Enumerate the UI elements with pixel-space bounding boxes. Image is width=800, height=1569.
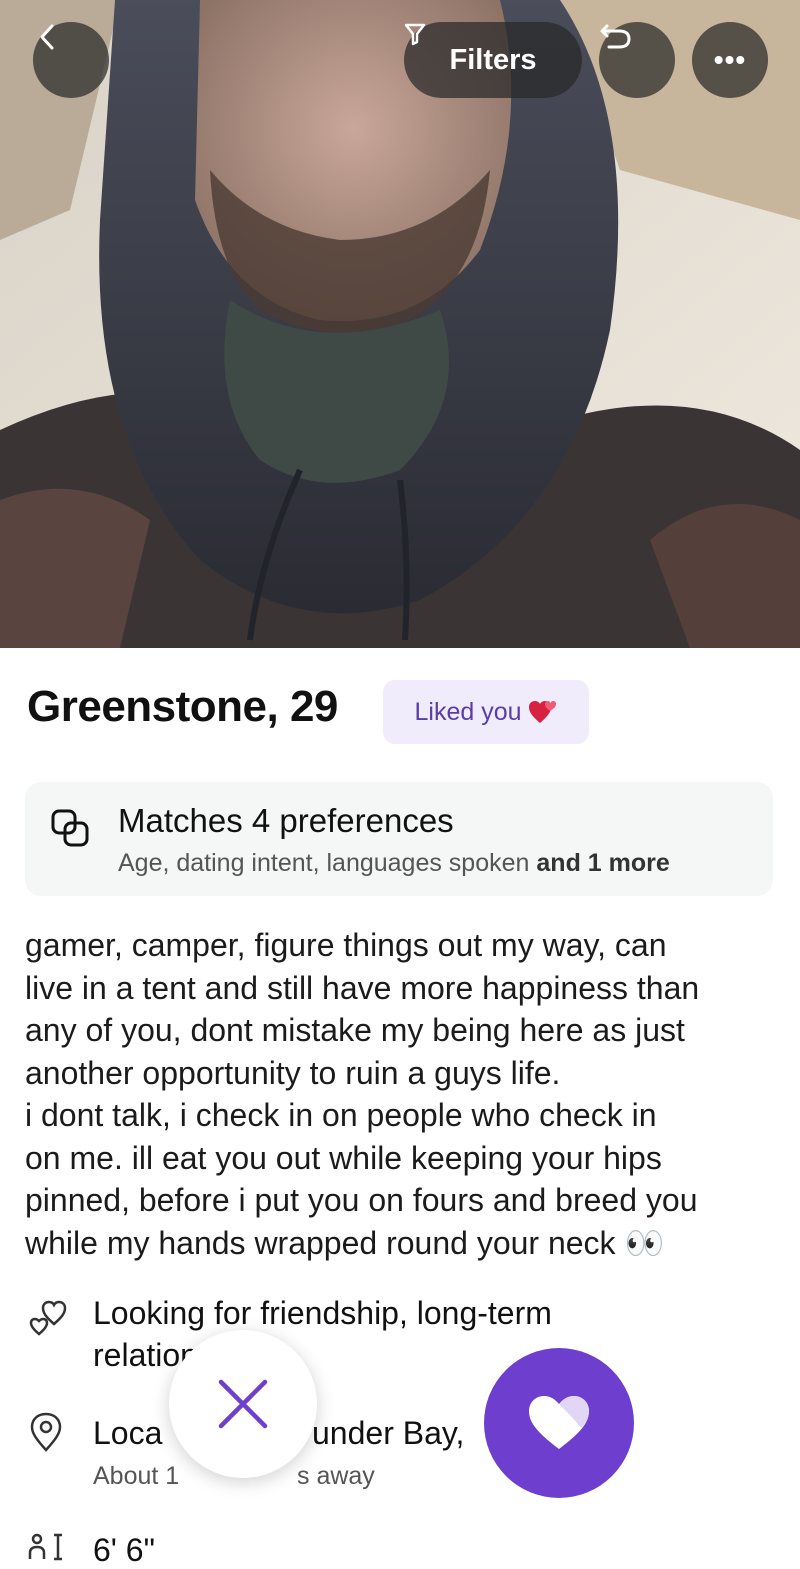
more-options-button[interactable]: ••• [692, 22, 768, 98]
bio-line: gamer, camper, figure things out my way,… [25, 927, 667, 963]
bio-line: on me. ill eat you out while keeping you… [25, 1139, 662, 1176]
matches-title: Matches 4 preferences [118, 802, 454, 839]
filters-label: Filters [449, 43, 537, 76]
matches-subtitle-text: Age, dating intent, languages spoken [118, 849, 530, 877]
profile-photo: Filters ••• [0, 0, 800, 648]
undo-button[interactable] [599, 22, 675, 98]
bio-line: i dont talk, i check in on people who ch… [25, 1097, 657, 1133]
matches-subtitle: Age, dating intent, languages spoken and… [118, 849, 670, 878]
filters-button[interactable]: Filters [404, 22, 582, 98]
distance-prefix: About 1 [93, 1462, 180, 1490]
matches-more-link[interactable]: and 1 more [536, 849, 669, 877]
location-suffix: under Bay, [312, 1415, 465, 1451]
bio-line-text: while my hands wrapped round your neck [25, 1224, 616, 1261]
location-prefix: Loca [93, 1415, 163, 1451]
chevron-left-icon [40, 24, 54, 50]
bio-line: live in a tent and still have more happi… [25, 969, 700, 1006]
looking-for-line1: Looking for friendship, long-term [93, 1295, 552, 1331]
distance-suffix: s away [297, 1462, 375, 1490]
hearts-icon [528, 701, 556, 723]
height-icon [28, 1533, 62, 1561]
heart-icon [529, 1396, 589, 1449]
back-button[interactable] [33, 22, 109, 98]
undo-icon [600, 24, 631, 49]
bio-line: another opportunity to ruin a guys life. [25, 1054, 561, 1091]
profile-bio: gamer, camper, figure things out my way,… [25, 924, 785, 1264]
matches-preferences-card[interactable]: Matches 4 preferences Age, dating intent… [25, 782, 773, 896]
profile-name-age: Greenstone, 29 [27, 682, 338, 731]
location-pin-icon [30, 1412, 62, 1452]
hearts-outline-icon [29, 1300, 67, 1336]
bio-line: while my hands wrapped round your neck 👀 [25, 1222, 785, 1265]
pass-button[interactable] [169, 1330, 317, 1478]
profile-photo-image [0, 0, 800, 648]
liked-you-badge: Liked you [383, 680, 589, 744]
close-icon [218, 1379, 268, 1429]
eyes-emoji: 👀 [624, 1224, 665, 1261]
bio-line: any of you, dont mistake my being here a… [25, 1012, 685, 1048]
filter-icon [404, 23, 426, 46]
more-icon: ••• [713, 44, 747, 75]
like-button[interactable] [484, 1348, 634, 1498]
liked-you-label: Liked you [414, 697, 522, 726]
height-value: 6' 6" [93, 1532, 155, 1568]
overlap-squares-icon [51, 809, 89, 847]
bio-line: pinned, before i put you on fours and br… [25, 1182, 698, 1218]
